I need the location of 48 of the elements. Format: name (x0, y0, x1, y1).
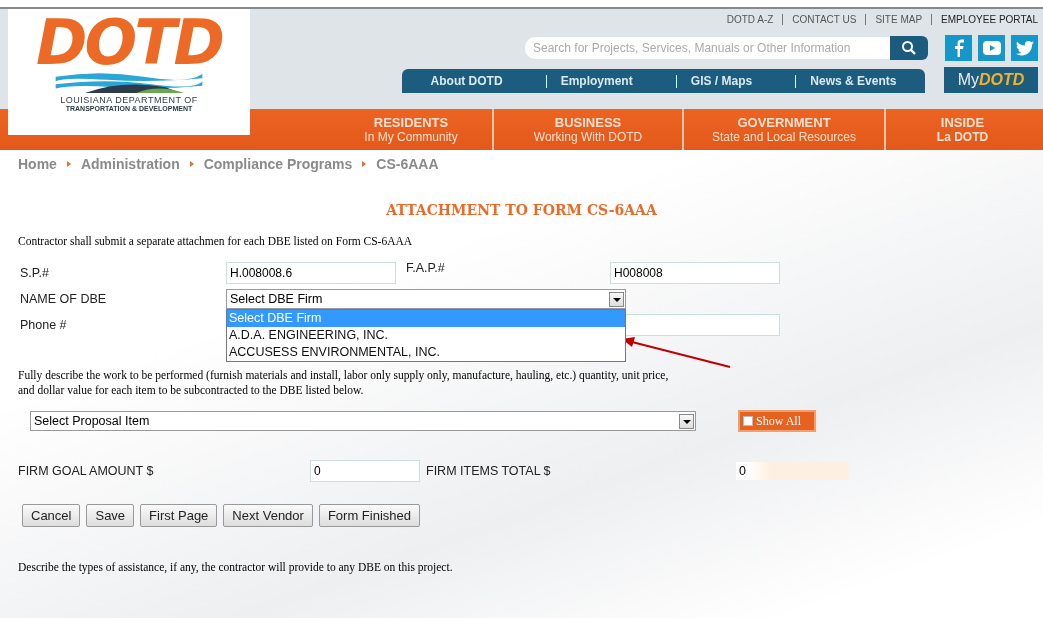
form-button[interactable]: Form Finished (318, 504, 420, 527)
breadcrumb-link[interactable]: Home (18, 156, 57, 172)
facebook-icon[interactable] (945, 35, 972, 61)
nav-link[interactable]: Employment (545, 74, 647, 88)
top-link[interactable]: SITE MAP (865, 14, 932, 25)
nav-link[interactable]: News & Events (795, 74, 911, 88)
field-label: NAME OF DBE (20, 292, 108, 306)
nav-link[interactable]: About DOTD (416, 74, 517, 88)
logo-wordmark: DOTD (36, 15, 222, 71)
breadcrumb-link[interactable]: Compliance Programs (203, 156, 353, 172)
nav-link[interactable]: GIS / Maps (675, 74, 767, 88)
top-link[interactable]: EMPLOYEE PORTAL (931, 14, 1038, 25)
fap-field[interactable]: H008008 (610, 262, 780, 284)
top-link[interactable]: CONTACT US (782, 14, 866, 25)
form-title: ATTACHMENT TO FORM CS-6AAA (385, 202, 658, 218)
search-field[interactable]: Search for Projects, Services, Manuals or Other Information (525, 37, 890, 59)
youtube-icon[interactable] (978, 35, 1005, 61)
form-button[interactable]: Cancel (22, 504, 81, 527)
field-label: FIRM GOAL AMOUNT $ (18, 464, 155, 478)
show-all-button[interactable]: Show All (738, 410, 816, 432)
intro-text: Contractor shall submit a separate attachmen for each DBE listed on Form CS-6AAA (18, 235, 414, 247)
breadcrumb-link[interactable]: CS-6AAA (376, 156, 439, 172)
sp-field[interactable]: H.008008.6 (226, 262, 396, 284)
description-text: Fully describe the work to be performed (furnish materials and install, labor only supply only, manufacture, hauling, etc.) quantity, unit price, and dollar value for each item to be subcontracted to the DBE listed below. (18, 368, 670, 398)
search-icon (901, 40, 917, 56)
field-label: S.P.# (20, 266, 50, 280)
proposal-select[interactable]: Select Proposal Item (30, 411, 696, 431)
breadcrumb-separator-icon (189, 161, 194, 167)
breadcrumb-separator-icon (66, 161, 71, 167)
my-dotd-link[interactable]: MyDOTD (944, 67, 1038, 93)
assistance-text: Describe the types of assistance, if any, the contractor will provide to any DBE on this project. (18, 561, 454, 573)
field-label: FIRM ITEMS TOTAL $ (426, 464, 552, 478)
form-button[interactable]: Next Vendor (223, 504, 313, 527)
checkbox[interactable] (743, 416, 753, 426)
field-label: F.A.P.# (406, 261, 446, 275)
twitter-icon[interactable] (1011, 35, 1038, 61)
dropdown-option[interactable]: ACCUSESS ENVIRONMENTAL, INC. (227, 344, 625, 361)
top-link[interactable]: DOTD A-Z (717, 14, 783, 25)
form-button[interactable]: First Page (140, 504, 218, 527)
logo-subtitle: LOUISIANA DEPARTMENT OF (60, 95, 198, 105)
total-value: 0 (736, 462, 849, 480)
dropdown-option[interactable]: A.D.A. ENGINEERING, INC. (227, 327, 625, 344)
breadcrumb-separator-icon (362, 161, 367, 167)
search-button[interactable] (890, 36, 928, 60)
form-button[interactable]: Save (86, 504, 135, 527)
goal-field[interactable]: 0 (310, 460, 420, 482)
breadcrumb-link[interactable]: Administration (80, 156, 180, 172)
field-label: Phone # (20, 318, 68, 332)
